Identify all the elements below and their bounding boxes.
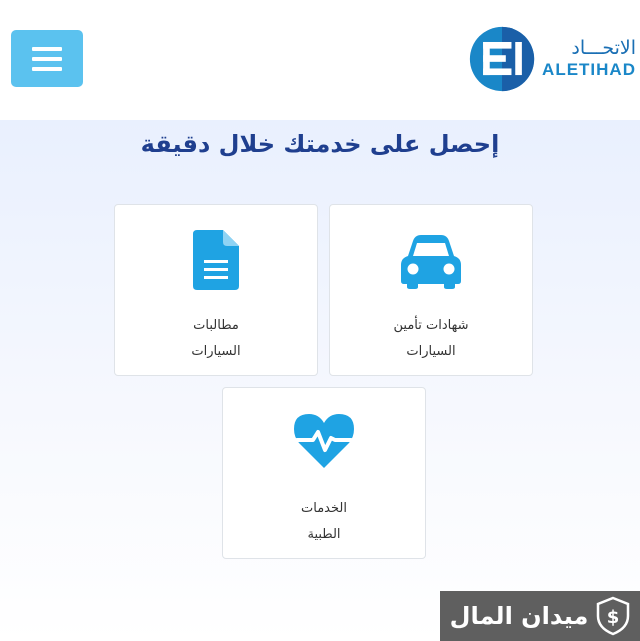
medical-services-card[interactable]: الخدمات الطبية	[222, 387, 426, 559]
brand-logo[interactable]: الاتحـــاد ALETIHAD	[468, 22, 636, 96]
svg-text:$: $	[607, 607, 620, 628]
watermark-text: ميدان المال	[449, 602, 589, 630]
money-shield-icon: $	[597, 596, 630, 636]
heart-pulse-icon	[294, 414, 354, 468]
medical-services-label: الخدمات الطبية	[301, 501, 347, 542]
car-insurance-label: شهادات تأمين السيارات	[393, 318, 469, 359]
car-claims-label: مطالبات السيارات	[191, 318, 241, 359]
car-icon	[401, 235, 461, 289]
logo-arabic: الاتحـــاد	[571, 37, 636, 59]
main-content: إحصل على خدمتك خلال دقيقة شهادات تأمين ا…	[0, 120, 640, 641]
app-header: الاتحـــاد ALETIHAD	[0, 0, 640, 120]
menu-button[interactable]	[11, 30, 83, 87]
logo-text: الاتحـــاد ALETIHAD	[542, 37, 636, 81]
logo-english: ALETIHAD	[542, 60, 636, 79]
car-insurance-card[interactable]: شهادات تأمين السيارات	[329, 204, 533, 376]
document-icon	[193, 230, 239, 290]
aletihad-logo-icon	[469, 26, 535, 92]
page-title: إحصل على خدمتك خلال دقيقة	[140, 130, 500, 158]
hamburger-icon	[32, 46, 62, 51]
car-claims-card[interactable]: مطالبات السيارات	[114, 204, 318, 376]
watermark: ميدان المال $	[440, 591, 640, 641]
